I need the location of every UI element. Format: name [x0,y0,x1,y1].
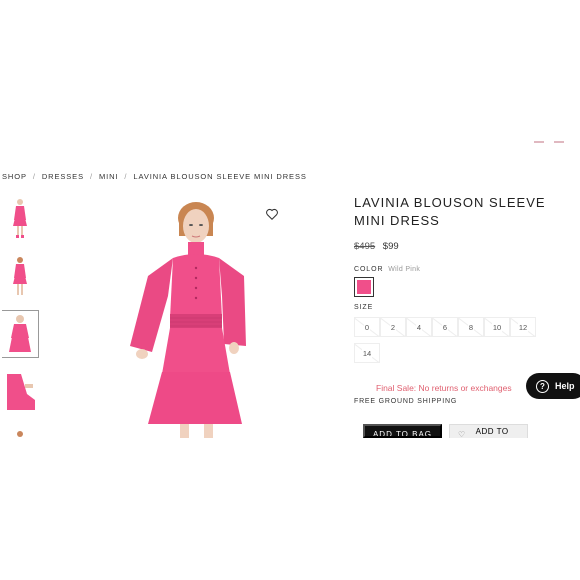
size-option[interactable]: 14 [354,343,380,363]
color-label: COLOR Wild Pink [354,266,554,273]
size-option[interactable]: 12 [510,317,536,337]
heart-icon[interactable] [265,207,279,221]
color-heading: COLOR [354,266,384,273]
size-option[interactable]: 10 [484,317,510,337]
size-value: 2 [389,322,397,332]
color-swatch-wild-pink[interactable] [354,277,374,297]
product-main-image[interactable] [118,196,286,438]
thumbnail-sleeve[interactable] [2,369,38,415]
price: $495 $99 [354,241,554,252]
heart-icon: ♡ [458,430,466,438]
original-price: $495 [354,241,376,252]
thumbnail-gallery [2,195,40,438]
size-value: 12 [517,322,529,332]
thumbnail-back[interactable] [2,427,38,438]
thumbnail-side[interactable] [2,253,38,299]
product-info: LAVINIA BLOUSON SLEEVE MINI DRESS $495 $… [354,194,554,369]
size-option[interactable]: 6 [432,317,458,337]
carousel-dot[interactable] [534,141,544,143]
breadcrumb-mini[interactable]: MINI [99,172,118,181]
breadcrumb-dresses[interactable]: DRESSES [42,172,84,181]
shipping-notice: FREE GROUND SHIPPING [354,398,458,405]
swatch-fill [357,280,371,294]
help-label: Help [555,381,575,391]
size-value: 10 [491,322,503,332]
size-options: 0 2 4 6 8 10 12 14 [354,317,544,369]
thumbnail-closeup[interactable] [2,310,39,358]
size-option[interactable]: 2 [380,317,406,337]
breadcrumb-separator: / [32,172,36,181]
carousel-indicators[interactable] [534,141,564,143]
product-title: LAVINIA BLOUSON SLEEVE MINI DRESS [354,195,546,228]
final-sale-notice: Final Sale: No returns or exchanges [376,383,512,393]
size-option[interactable]: 0 [354,317,380,337]
breadcrumb-shop[interactable]: SHOP [2,172,27,181]
size-option[interactable]: 8 [458,317,484,337]
add-to-bag-button[interactable]: ADD TO BAG [363,424,442,438]
sale-price: $99 [382,241,399,252]
size-label: SIZE [354,304,374,311]
add-to-bag-label: ADD TO BAG [372,430,433,438]
question-icon: ? [536,379,549,393]
size-value: 6 [441,322,449,332]
carousel-dot[interactable] [554,141,564,143]
help-button[interactable]: ? Help [526,373,580,399]
breadcrumb: SHOP / DRESSES / MINI / LAVINIA BLOUSON … [2,172,307,181]
size-option[interactable]: 4 [406,317,432,337]
breadcrumb-separator: / [90,172,93,181]
thumbnail-front[interactable] [2,195,38,241]
breadcrumb-current: LAVINIA BLOUSON SLEEVE MINI DRESS [133,172,307,181]
size-value: 8 [467,322,475,332]
size-value: 0 [363,322,371,332]
size-value: 14 [361,348,373,358]
size-value: 4 [415,322,423,332]
add-to-wishlist-button[interactable]: ♡ ADD TO [449,424,528,438]
add-to-label: ADD TO [475,427,509,436]
breadcrumb-separator: / [124,172,128,181]
color-value: Wild Pink [388,266,421,273]
